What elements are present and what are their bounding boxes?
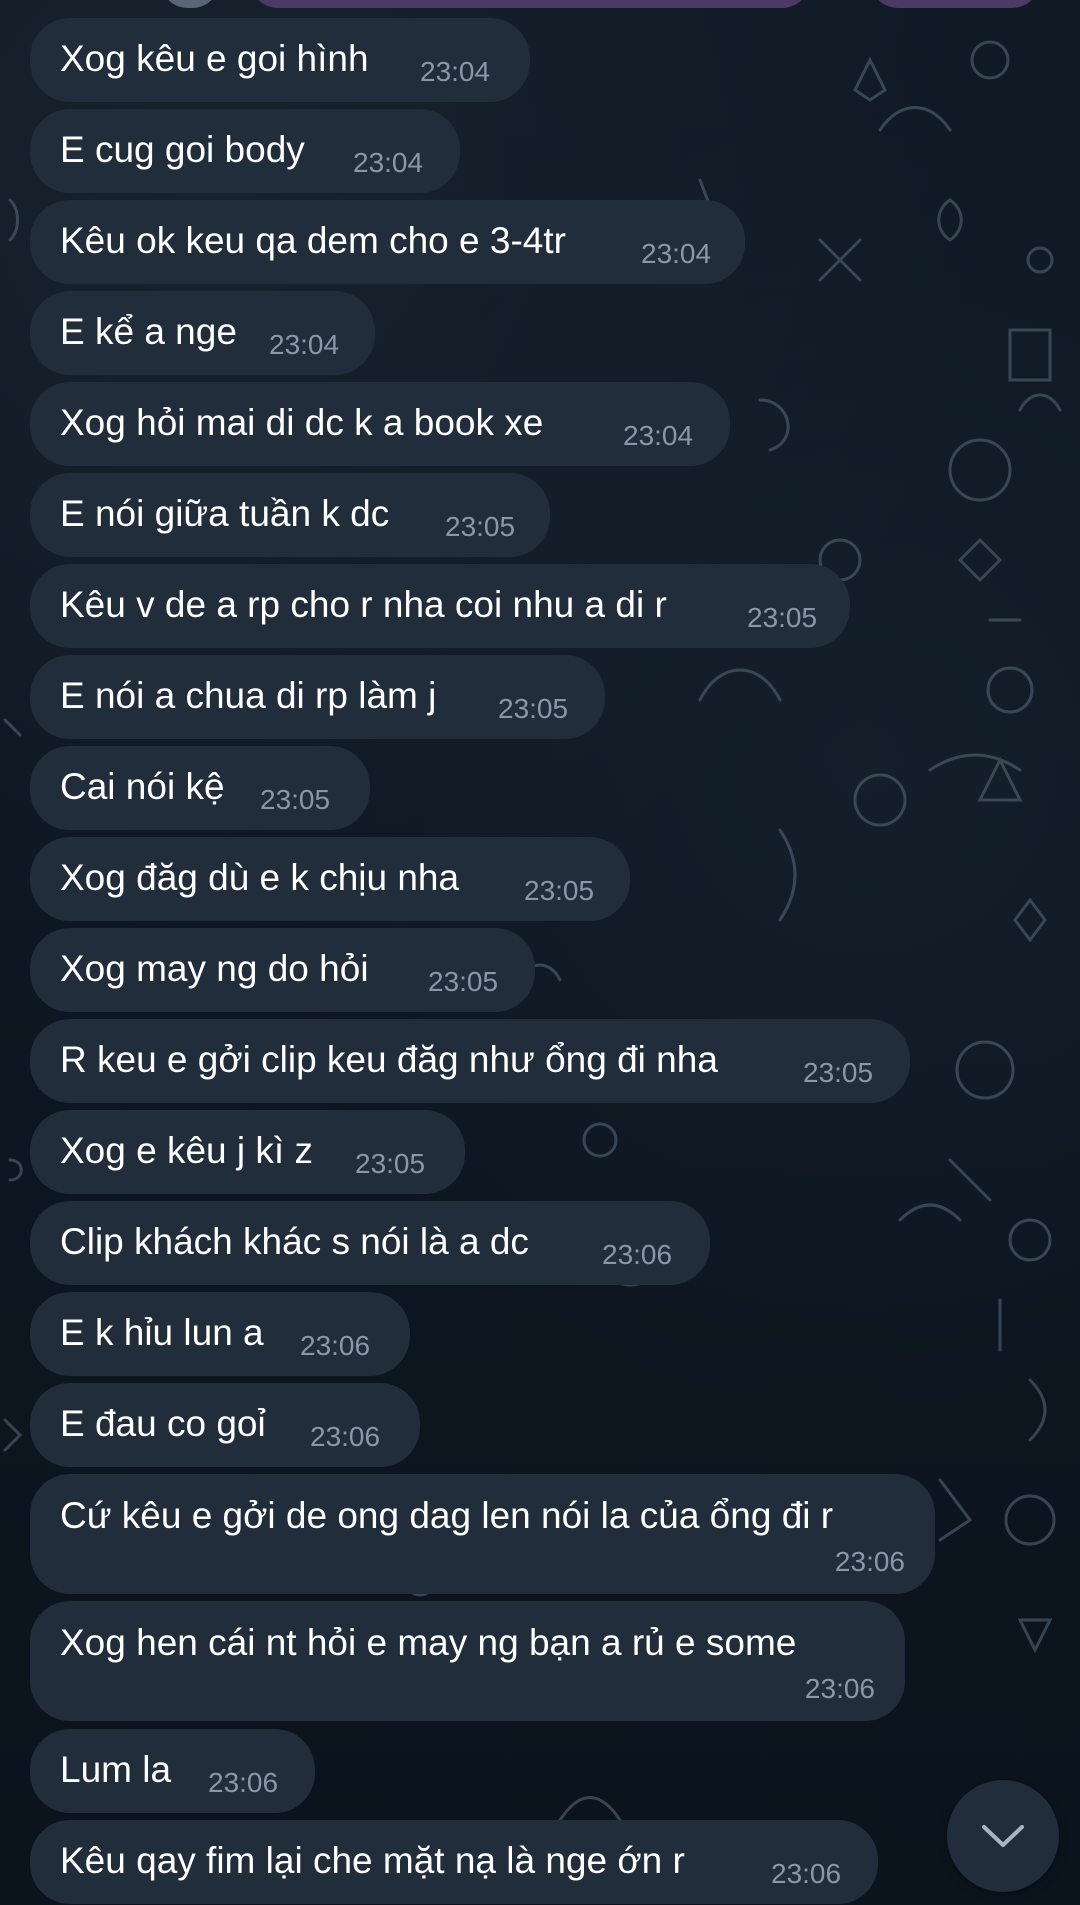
message-text: R keu e gởi clip keu đăg như ổng đi nha: [60, 1039, 718, 1080]
message-text: Cai nói kệ: [60, 766, 225, 807]
message-bubble[interactable]: E cug goi body 23:04: [30, 109, 460, 193]
message-bubble[interactable]: Kêu v de a rp cho r nha coi nhu a di r 2…: [30, 564, 850, 648]
message-time: 23:05: [498, 693, 569, 724]
message-bubble[interactable]: E k hỉu lun a 23:06: [30, 1292, 410, 1376]
chevron-down-icon: [982, 1825, 1024, 1847]
message-text: Xog kêu e goi hình: [60, 38, 369, 79]
message-time: 23:05: [803, 1057, 874, 1088]
message-bubble[interactable]: E nói giữa tuần k dc 23:05: [30, 473, 550, 557]
message-time: 23:06: [804, 1673, 875, 1704]
message-bubble[interactable]: Xog may ng do hỏi 23:05: [30, 928, 535, 1012]
message-text: E k hỉu lun a: [60, 1312, 264, 1353]
message-bubble[interactable]: Kêu qay fim lại che mặt nạ là nge ớn r 2…: [30, 1820, 878, 1904]
message-bubble[interactable]: Clip khách khác s nói là a dc 23:06: [30, 1201, 710, 1285]
message-time: 23:04: [623, 420, 694, 451]
message-time: 23:05: [260, 784, 331, 815]
message-bubble[interactable]: Xog hỏi mai di dc k a book xe 23:04: [30, 382, 730, 466]
message-time: 23:06: [310, 1421, 381, 1452]
message-time: 23:06: [834, 1546, 905, 1577]
message-bubble[interactable]: Xog kêu e goi hình 23:04: [30, 18, 530, 102]
message-time: 23:05: [428, 966, 499, 997]
message-bubble[interactable]: E kể a nge 23:04: [30, 291, 375, 375]
message-text: Kêu qay fim lại che mặt nạ là nge ớn r: [60, 1840, 685, 1881]
message-text: Kêu ok keu qa dem cho e 3-4tr: [60, 220, 566, 261]
message-list[interactable]: Xog kêu e goi hình 23:04 E cug goi body …: [0, 0, 1080, 1905]
message-bubble[interactable]: Kêu ok keu qa dem cho e 3-4tr 23:04: [30, 200, 745, 284]
message-bubble[interactable]: Xog e kêu j kì z 23:05: [30, 1110, 465, 1194]
message-time: 23:06: [602, 1239, 673, 1270]
message-time: 23:06: [208, 1767, 279, 1798]
message-text: Xog đăg dù e k chịu nha: [60, 857, 460, 898]
message-text: E nói giữa tuần k dc: [60, 493, 390, 534]
message-time: 23:04: [641, 238, 712, 269]
message-time: 23:05: [747, 602, 818, 633]
message-time: 23:04: [353, 147, 424, 178]
message-bubble[interactable]: E đau co goỉ 23:06: [30, 1383, 420, 1467]
message-bubble[interactable]: Xog đăg dù e k chịu nha 23:05: [30, 837, 630, 921]
message-text: Lum la: [60, 1749, 172, 1790]
message-time: 23:04: [269, 329, 340, 360]
message-time: 23:06: [771, 1858, 842, 1889]
message-text: Clip khách khác s nói là a dc: [60, 1221, 529, 1262]
message-time: 23:05: [355, 1148, 426, 1179]
message-text: E kể a nge: [60, 311, 237, 352]
message-bubble[interactable]: E nói a chua di rp làm j 23:05: [30, 655, 605, 739]
message-text: Xog e kêu j kì z: [60, 1130, 313, 1171]
message-bubble[interactable]: Lum la 23:06: [30, 1729, 315, 1813]
message-bubble[interactable]: Cứ kêu e gởi de ong dag len nói la của ổ…: [30, 1474, 935, 1594]
message-time: 23:05: [445, 511, 516, 542]
scroll-down-button[interactable]: [947, 1780, 1059, 1892]
message-time: 23:06: [300, 1330, 371, 1361]
message-text: Xog may ng do hỏi: [60, 948, 369, 989]
message-text: Xog hỏi mai di dc k a book xe: [60, 402, 544, 443]
message-text: E nói a chua di rp làm j: [60, 675, 437, 716]
message-text: Cứ kêu e gởi de ong dag len nói la của ổ…: [60, 1495, 834, 1536]
message-time: 23:04: [420, 56, 491, 87]
message-time: 23:05: [524, 875, 595, 906]
message-bubble[interactable]: Cai nói kệ 23:05: [30, 746, 370, 830]
message-text: Kêu v de a rp cho r nha coi nhu a di r: [60, 584, 667, 625]
message-text: E cug goi body: [60, 129, 305, 170]
message-bubble[interactable]: R keu e gởi clip keu đăg như ổng đi nha …: [30, 1019, 910, 1103]
message-text: E đau co goỉ: [60, 1403, 266, 1444]
message-text: Xog hen cái nt hỏi e may ng bạn a rủ e s…: [60, 1622, 797, 1663]
message-bubble[interactable]: Xog hen cái nt hỏi e may ng bạn a rủ e s…: [30, 1601, 905, 1721]
